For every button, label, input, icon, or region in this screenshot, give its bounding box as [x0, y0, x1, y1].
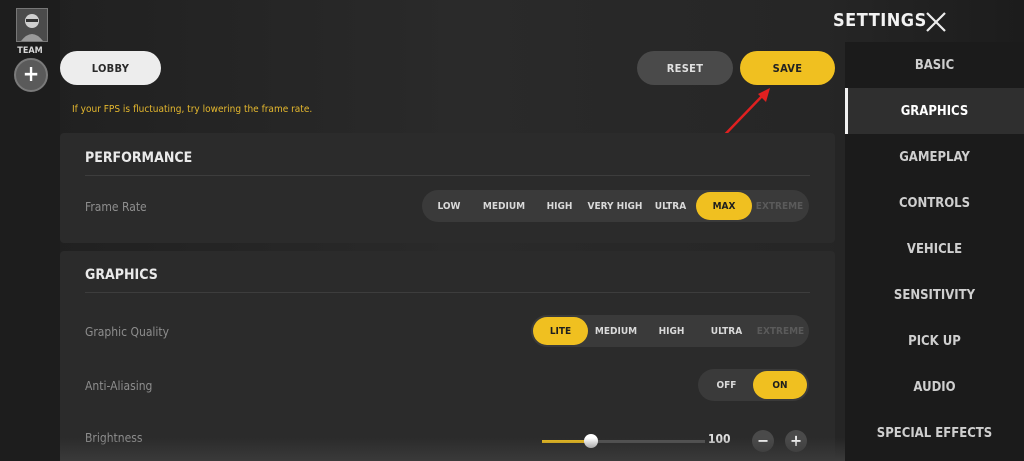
- frame-rate-option-ultra[interactable]: ULTRA: [645, 192, 696, 220]
- lobby-button[interactable]: LOBBY: [60, 51, 161, 85]
- frame-rate-option-medium[interactable]: MEDIUM: [474, 192, 534, 220]
- divider: [85, 292, 810, 293]
- team-label: TEAM: [17, 46, 43, 56]
- graphics-title: GRAPHICS: [85, 267, 158, 283]
- graphic-quality-label: Graphic Quality: [85, 325, 170, 339]
- frame-rate-option-very-high[interactable]: VERY HIGH: [585, 192, 645, 220]
- performance-panel: PERFORMANCE Frame Rate LOW MEDIUM HIGH VERY…: [60, 133, 835, 243]
- divider: [85, 175, 810, 176]
- bottom-fade: [60, 438, 845, 461]
- graphic-quality-option-high[interactable]: HIGH: [644, 317, 699, 345]
- plus-icon: +: [22, 62, 40, 87]
- close-icon[interactable]: [924, 10, 948, 34]
- add-team-button[interactable]: +: [14, 58, 48, 92]
- anti-aliasing-label: Anti-Aliasing: [85, 379, 153, 393]
- fps-hint: If your FPS is fluctuating, try lowering…: [72, 104, 313, 115]
- frame-rate-option-high[interactable]: HIGH: [534, 192, 585, 220]
- graphic-quality-option-ultra[interactable]: ULTRA: [699, 317, 754, 345]
- frame-rate-selector: LOW MEDIUM HIGH VERY HIGH ULTRA MAX EXTREME: [422, 190, 809, 222]
- settings-title: SETTINGS: [833, 10, 927, 31]
- frame-rate-option-low[interactable]: LOW: [424, 192, 474, 220]
- graphic-quality-option-medium[interactable]: MEDIUM: [588, 317, 644, 345]
- graphic-quality-option-extreme[interactable]: EXTREME: [754, 317, 807, 345]
- nav-item-audio[interactable]: AUDIO: [845, 364, 1024, 410]
- graphic-quality-selector: LITE MEDIUM HIGH ULTRA EXTREME: [531, 315, 809, 347]
- nav-item-gameplay[interactable]: GAMEPLAY: [845, 134, 1024, 180]
- performance-title: PERFORMANCE: [85, 150, 193, 166]
- anti-aliasing-toggle: OFF ON: [698, 369, 809, 401]
- settings-nav: BASIC GRAPHICS GAMEPLAY CONTROLS VEHICLE SENS…: [845, 42, 1024, 461]
- anti-aliasing-option-off[interactable]: OFF: [700, 371, 753, 399]
- nav-item-vehicle[interactable]: VEHICLE: [845, 226, 1024, 272]
- graphic-quality-option-lite[interactable]: LITE: [533, 317, 588, 345]
- frame-rate-option-max[interactable]: MAX: [696, 192, 752, 220]
- frame-rate-option-extreme[interactable]: EXTREME: [752, 192, 807, 220]
- nav-item-controls[interactable]: CONTROLS: [845, 180, 1024, 226]
- nav-item-special-effects[interactable]: SPECIAL EFFECTS: [845, 410, 1024, 456]
- left-rail: TEAM +: [0, 0, 60, 461]
- anti-aliasing-option-on[interactable]: ON: [753, 371, 807, 399]
- nav-item-basic[interactable]: BASIC: [845, 42, 1024, 88]
- nav-item-sensitivity[interactable]: SENSITIVITY: [845, 272, 1024, 318]
- nav-item-pick-up[interactable]: PICK UP: [845, 318, 1024, 364]
- graphics-panel: GRAPHICS Graphic Quality LITE MEDIUM HIGH U…: [60, 251, 835, 461]
- avatar-icon: [17, 9, 47, 41]
- frame-rate-label: Frame Rate: [85, 200, 147, 214]
- avatar[interactable]: [16, 8, 48, 42]
- nav-item-graphics[interactable]: GRAPHICS: [845, 88, 1024, 134]
